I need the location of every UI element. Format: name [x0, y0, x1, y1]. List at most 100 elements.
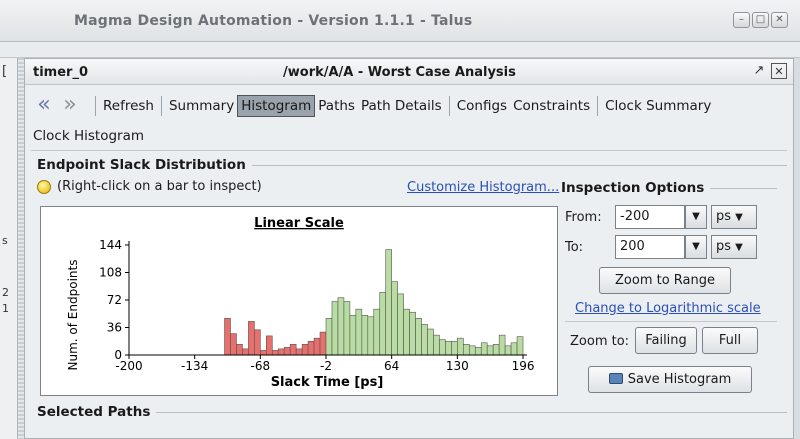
zoom-to-range-button[interactable]: Zoom to Range — [599, 267, 731, 294]
left-panel: [ s 2 1 — [0, 58, 18, 439]
histogram-bar[interactable] — [504, 345, 512, 356]
histogram-bar[interactable] — [439, 339, 446, 356]
histogram-bar[interactable] — [421, 324, 428, 356]
minimize-icon[interactable]: – — [733, 12, 750, 28]
histogram-bar[interactable] — [403, 308, 410, 356]
histogram-bar[interactable] — [355, 308, 363, 356]
back-icon[interactable]: « — [33, 94, 55, 117]
to-unit-select[interactable]: ps ▼ — [711, 235, 757, 259]
save-histogram-button[interactable]: Save Histogram — [588, 366, 752, 393]
tab-path-details[interactable]: Path Details — [358, 96, 445, 116]
save-histogram-label: Save Histogram — [627, 372, 732, 387]
histogram-bar[interactable] — [277, 348, 285, 356]
tab-configs[interactable]: Configs — [454, 96, 510, 116]
from-label: From: — [565, 210, 602, 225]
histogram-bar[interactable] — [379, 292, 387, 356]
failing-button[interactable]: Failing — [635, 327, 697, 354]
from-input[interactable]: -200 — [615, 205, 685, 229]
histogram-bar[interactable] — [271, 350, 279, 356]
chart-title: Linear Scale — [254, 216, 344, 231]
options-separator — [565, 321, 777, 322]
to-input[interactable]: 200 — [615, 235, 685, 259]
histogram-bar[interactable] — [230, 333, 237, 356]
histogram-bar[interactable] — [343, 301, 351, 356]
histogram-bar[interactable] — [427, 328, 434, 356]
lightbulb-icon — [37, 179, 51, 194]
refresh-button[interactable]: Refresh — [100, 96, 157, 116]
histogram-bar[interactable] — [468, 345, 476, 356]
close-icon[interactable]: ✕ — [771, 12, 788, 28]
hint-row: (Right-click on a bar to inspect) — [37, 179, 262, 194]
histogram-bar[interactable] — [492, 344, 500, 356]
full-button[interactable]: Full — [702, 327, 758, 354]
forward-icon[interactable]: » — [59, 94, 81, 117]
left-panel-bracket: [ — [2, 64, 8, 79]
histogram-bar[interactable] — [236, 344, 243, 356]
histogram-bar[interactable] — [516, 336, 524, 356]
histogram-bar[interactable] — [510, 342, 518, 356]
histogram-chart[interactable]: Linear Scale Num. of Endpoints Slack Tim… — [40, 206, 558, 396]
histogram-bar[interactable] — [242, 348, 249, 356]
tab-clock-summary[interactable]: Clock Summary — [602, 96, 714, 116]
histogram-bar[interactable] — [498, 334, 506, 356]
histogram-bar[interactable] — [254, 329, 261, 356]
histogram-bar[interactable] — [301, 344, 309, 356]
histogram-bar[interactable] — [486, 345, 494, 356]
x-tick-label: 196 — [512, 359, 535, 373]
panel-header: timer_0 /work/A/A - Worst Case Analysis … — [25, 59, 793, 85]
selected-paths-title: Selected Paths — [37, 404, 157, 420]
histogram-bar[interactable] — [307, 340, 315, 356]
histogram-bar[interactable] — [367, 316, 375, 356]
histogram-bar[interactable] — [415, 318, 422, 356]
histogram-bar[interactable] — [361, 314, 369, 356]
histogram-bar[interactable] — [325, 318, 333, 356]
from-unit-select[interactable]: ps ▼ — [711, 205, 757, 229]
x-tick-label: -2 — [320, 359, 332, 373]
histogram-bar[interactable] — [373, 308, 381, 356]
tab-summary[interactable]: Summary — [166, 96, 237, 116]
histogram-bar[interactable] — [289, 344, 297, 356]
tab-histogram[interactable]: Histogram — [237, 95, 316, 117]
y-tick-label: 36 — [107, 321, 122, 335]
from-dropdown-icon[interactable]: ▼ — [685, 205, 707, 229]
restore-icon[interactable]: ↗ — [751, 63, 767, 79]
histogram-bar[interactable] — [331, 301, 339, 356]
maximize-icon[interactable]: □ — [752, 12, 769, 28]
y-axis-label: Num. of Endpoints — [66, 260, 80, 371]
histogram-bar[interactable] — [385, 249, 392, 356]
histogram-bar[interactable] — [248, 321, 255, 356]
histogram-bar[interactable] — [445, 340, 452, 356]
histogram-bar[interactable] — [224, 318, 231, 356]
histogram-bar[interactable] — [457, 337, 464, 356]
histogram-bar[interactable] — [433, 334, 440, 356]
histogram-bar[interactable] — [319, 331, 327, 356]
histogram-bar[interactable] — [313, 337, 321, 356]
app-title: Magma Design Automation - Version 1.1.1 … — [74, 13, 473, 29]
panel-title: /work/A/A - Worst Case Analysis — [283, 65, 516, 80]
histogram-bar[interactable] — [409, 311, 416, 356]
histogram-bar[interactable] — [391, 281, 398, 356]
histogram-bar[interactable] — [349, 314, 357, 356]
histogram-bar[interactable] — [295, 348, 303, 356]
panel-icons: ↗ ✕ — [751, 63, 787, 79]
close-icon[interactable]: ✕ — [771, 63, 787, 79]
to-dropdown-icon[interactable]: ▼ — [685, 235, 707, 259]
worst-case-panel: timer_0 /work/A/A - Worst Case Analysis … — [24, 58, 794, 439]
histogram-svg: Linear Scale Num. of Endpoints Slack Tim… — [66, 216, 535, 390]
tab-clock-histogram[interactable]: Clock Histogram — [33, 128, 144, 144]
histogram-bar[interactable] — [480, 342, 488, 356]
customize-histogram-link[interactable]: Customize Histogram... — [407, 180, 559, 195]
tab-paths[interactable]: Paths — [315, 96, 358, 116]
bars-group — [224, 249, 524, 356]
logarithmic-scale-link[interactable]: Change to Logarithmic scale — [575, 301, 761, 316]
histogram-bar[interactable] — [260, 350, 267, 356]
histogram-bar[interactable] — [463, 344, 470, 356]
histogram-bar[interactable] — [283, 347, 291, 356]
histogram-bar[interactable] — [266, 335, 273, 356]
histogram-bar[interactable] — [451, 340, 458, 356]
histogram-bar[interactable] — [337, 297, 345, 356]
tab-constraints[interactable]: Constraints — [510, 96, 593, 116]
histogram-bar[interactable] — [474, 347, 482, 356]
x-tick-label: -68 — [251, 359, 271, 373]
histogram-bar[interactable] — [397, 293, 404, 356]
